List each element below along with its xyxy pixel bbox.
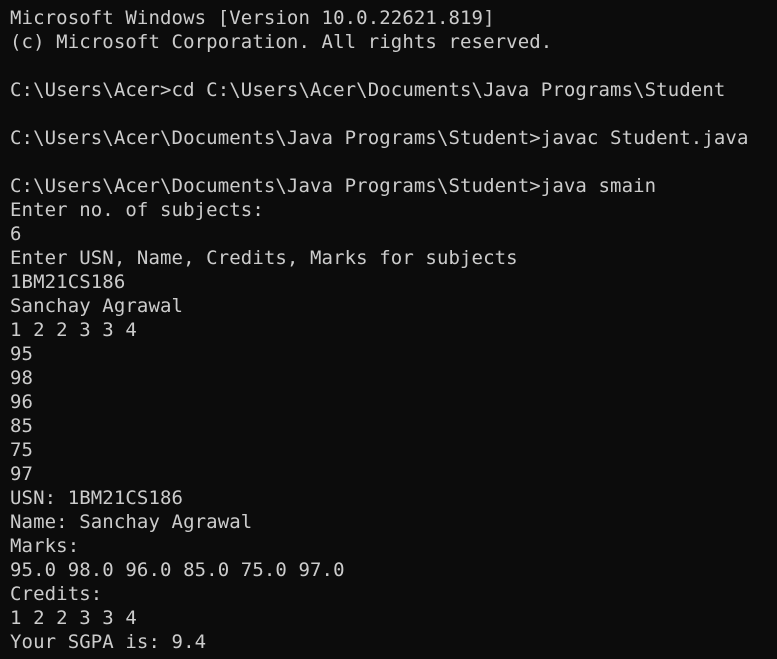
- terminal-line: Enter USN, Name, Credits, Marks for subj…: [10, 247, 518, 269]
- terminal-line: C:\Users\Acer\Documents\Java Programs\St…: [10, 175, 657, 197]
- terminal-line: USN: 1BM21CS186: [10, 487, 184, 509]
- terminal-line: 1 2 2 3 3 4: [10, 607, 137, 629]
- terminal-line: 1BM21CS186: [10, 271, 126, 293]
- terminal-line: 1 2 2 3 3 4: [10, 319, 137, 341]
- terminal-line: 95: [10, 343, 34, 365]
- terminal-line: Sanchay Agrawal: [10, 295, 184, 317]
- terminal-line: Your SGPA is: 9.4: [10, 631, 207, 653]
- terminal-line: 75: [10, 439, 34, 461]
- terminal-line: Name: Sanchay Agrawal: [10, 511, 253, 533]
- terminal-line: 6: [10, 223, 22, 245]
- terminal-line: C:\Users\Acer>cd C:\Users\Acer\Documents…: [10, 79, 726, 101]
- terminal-line: Credits:: [10, 583, 103, 605]
- terminal-line: (c) Microsoft Corporation. All rights re…: [10, 31, 553, 53]
- terminal-line: 95.0 98.0 96.0 85.0 75.0 97.0: [10, 559, 345, 581]
- terminal-line: Marks:: [10, 535, 80, 557]
- terminal-line: 97: [10, 463, 34, 485]
- terminal-line: 96: [10, 391, 34, 413]
- terminal-output[interactable]: Microsoft Windows [Version 10.0.22621.81…: [0, 0, 777, 659]
- terminal-line: Enter no. of subjects:: [10, 199, 264, 221]
- terminal-line: 85: [10, 415, 34, 437]
- terminal-line: 98: [10, 367, 34, 389]
- terminal-line: Microsoft Windows [Version 10.0.22621.81…: [10, 7, 495, 29]
- terminal-line: C:\Users\Acer\Documents\Java Programs\St…: [10, 127, 749, 149]
